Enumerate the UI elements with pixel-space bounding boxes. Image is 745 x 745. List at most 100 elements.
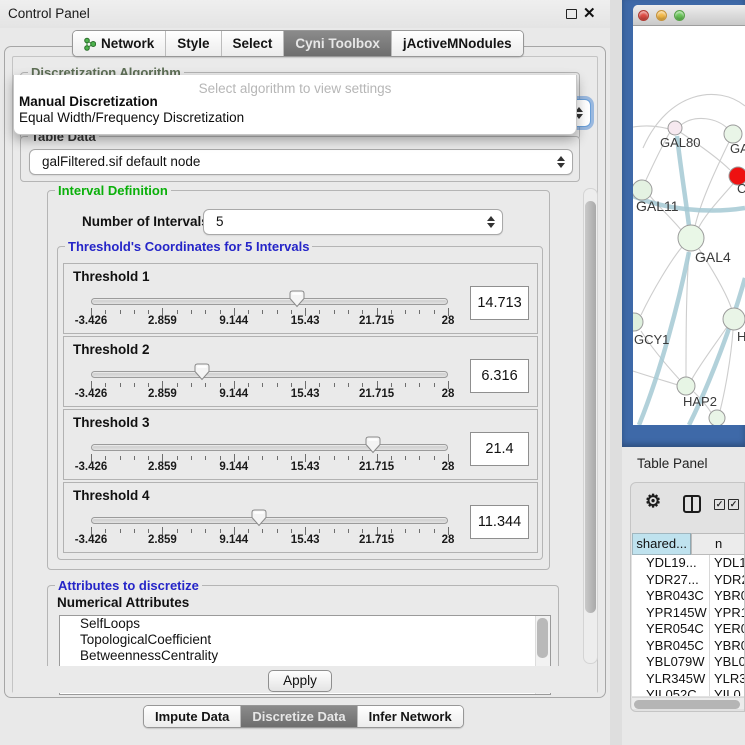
table-row[interactable]: YPR145WYPR1	[632, 605, 745, 622]
tick-mark	[220, 310, 221, 314]
tick-mark	[391, 310, 392, 314]
zoom-light[interactable]	[674, 10, 685, 21]
tick-mark	[277, 456, 278, 460]
tab-discretize-data[interactable]: Discretize Data	[240, 706, 356, 727]
tick-mark	[105, 456, 106, 460]
slider-track[interactable]	[91, 444, 448, 451]
tick-mark	[348, 529, 349, 533]
network-window: GAL80GACGAL11GAL4HGCY1HAP2	[633, 5, 745, 425]
attribute-item[interactable]: SelfLoops	[60, 616, 550, 632]
threshold-row: Threshold 4-3.4262.8599.14415.4321.71528…	[63, 482, 538, 553]
tab-cyni-toolbox[interactable]: Cyni Toolbox	[283, 31, 391, 56]
tick-mark	[134, 310, 135, 314]
scrollbar-thumb[interactable]	[585, 201, 596, 613]
column-divider	[709, 555, 710, 572]
tick-mark	[120, 456, 121, 460]
network-node[interactable]	[677, 377, 695, 395]
apply-button[interactable]: Apply	[268, 670, 332, 692]
attribute-item[interactable]: TopologicalCoefficient	[60, 632, 550, 648]
tick-mark	[120, 529, 121, 533]
tab-network[interactable]: Network	[73, 31, 165, 56]
tick-mark	[291, 529, 292, 533]
algorithm-option[interactable]: Equal Width/Frequency Discretization	[14, 110, 576, 126]
table-horizontal-scrollbar[interactable]	[632, 697, 745, 709]
tick-mark	[191, 383, 192, 387]
network-window-titlebar[interactable]	[633, 5, 745, 26]
slider-track[interactable]	[91, 517, 448, 524]
algorithm-dropdown-popup: Select algorithm to view settings Manual…	[13, 75, 577, 135]
threshold-value-field[interactable]: 21.4	[470, 432, 529, 466]
threshold-value-field[interactable]: 11.344	[470, 505, 529, 539]
table-row[interactable]: YBL079WYBL0	[632, 654, 745, 671]
column-divider	[709, 671, 710, 688]
slider-handle[interactable]	[289, 290, 305, 308]
gear-icon[interactable]: ⚙	[645, 491, 661, 512]
tab-impute-data[interactable]: Impute Data	[144, 706, 240, 727]
minimize-light[interactable]	[656, 10, 667, 21]
table-row[interactable]: YIL052CYIL0	[632, 687, 745, 696]
table-row[interactable]: YLR345WYLR3	[632, 671, 745, 688]
table-row[interactable]: YBR043CYBR0	[632, 588, 745, 605]
threshold-value-field[interactable]: 6.316	[470, 359, 529, 393]
network-node[interactable]	[678, 225, 704, 251]
checkbox-icon[interactable]: ✓	[728, 499, 739, 510]
table-data-combo[interactable]: galFiltered.sif default node	[29, 149, 573, 175]
tab-jactivemnodules[interactable]: jActiveMNodules	[391, 31, 523, 56]
interval-definition-title: Interval Definition	[55, 183, 171, 198]
threshold-label: Threshold 2	[73, 342, 150, 357]
main-vertical-scrollbar[interactable]	[583, 188, 598, 664]
network-edge[interactable]	[698, 184, 733, 229]
column-header-name[interactable]: n	[691, 533, 745, 555]
threshold-value-field[interactable]: 14.713	[470, 286, 529, 320]
tick-mark	[277, 529, 278, 533]
tick-mark	[105, 310, 106, 314]
slider-handle[interactable]	[194, 363, 210, 381]
tick-mark	[248, 529, 249, 533]
table-row[interactable]: YER054CYER0	[632, 621, 745, 638]
tick-label: 15.43	[291, 388, 320, 400]
network-node[interactable]	[633, 180, 652, 200]
tick-mark	[177, 456, 178, 460]
close-light[interactable]	[638, 10, 649, 21]
column-header-shared-name[interactable]: shared...	[632, 533, 691, 555]
tick-mark	[334, 383, 335, 387]
network-edge[interactable]	[681, 118, 728, 129]
network-node[interactable]	[709, 410, 725, 425]
close-icon[interactable]: ✕	[583, 4, 596, 22]
network-node[interactable]	[723, 308, 745, 330]
network-node[interactable]	[668, 121, 682, 135]
slider-track[interactable]	[91, 298, 448, 305]
float-window-icon[interactable]	[566, 9, 577, 19]
checkbox-icon[interactable]: ✓	[714, 499, 725, 510]
tab-style[interactable]: Style	[165, 31, 220, 56]
slider-track[interactable]	[91, 371, 448, 378]
scrollbar-thumb[interactable]	[537, 618, 548, 658]
scrollbar-thumb[interactable]	[634, 700, 740, 709]
tick-mark	[148, 310, 149, 314]
tick-mark	[319, 383, 320, 387]
tick-label: 15.43	[291, 461, 320, 473]
table-row[interactable]: YDR27...YDR2	[632, 572, 745, 589]
tick-mark	[205, 456, 206, 460]
tick-label: 21.715	[359, 461, 394, 473]
tab-select[interactable]: Select	[221, 31, 284, 56]
attribute-item[interactable]: BetweennessCentrality	[60, 648, 550, 664]
network-canvas[interactable]: GAL80GACGAL11GAL4HGCY1HAP2	[633, 26, 745, 425]
slider-handle[interactable]	[365, 436, 381, 454]
network-edge[interactable]	[633, 126, 669, 129]
tick-mark	[405, 529, 406, 533]
tick-label: 9.144	[219, 388, 248, 400]
network-node[interactable]	[633, 313, 643, 331]
tick-label: -3.426	[75, 461, 108, 473]
tab-infer-network[interactable]: Infer Network	[357, 706, 463, 727]
split-view-icon[interactable]	[683, 495, 701, 513]
slider-handle[interactable]	[251, 509, 267, 527]
combo-stepper-icon	[556, 155, 565, 169]
tab-label: jActiveMNodules	[403, 36, 512, 51]
algorithm-option[interactable]: Manual Discretization	[14, 94, 576, 110]
network-window-frame[interactable]: GAL80GACGAL11GAL4HGCY1HAP2	[622, 0, 745, 447]
tick-label: 28	[442, 461, 455, 473]
table-row[interactable]: YBR045CYBR0	[632, 638, 745, 655]
table-row[interactable]: YDL19...YDL1	[632, 555, 745, 572]
number-of-intervals-combo[interactable]: 5	[203, 209, 503, 235]
